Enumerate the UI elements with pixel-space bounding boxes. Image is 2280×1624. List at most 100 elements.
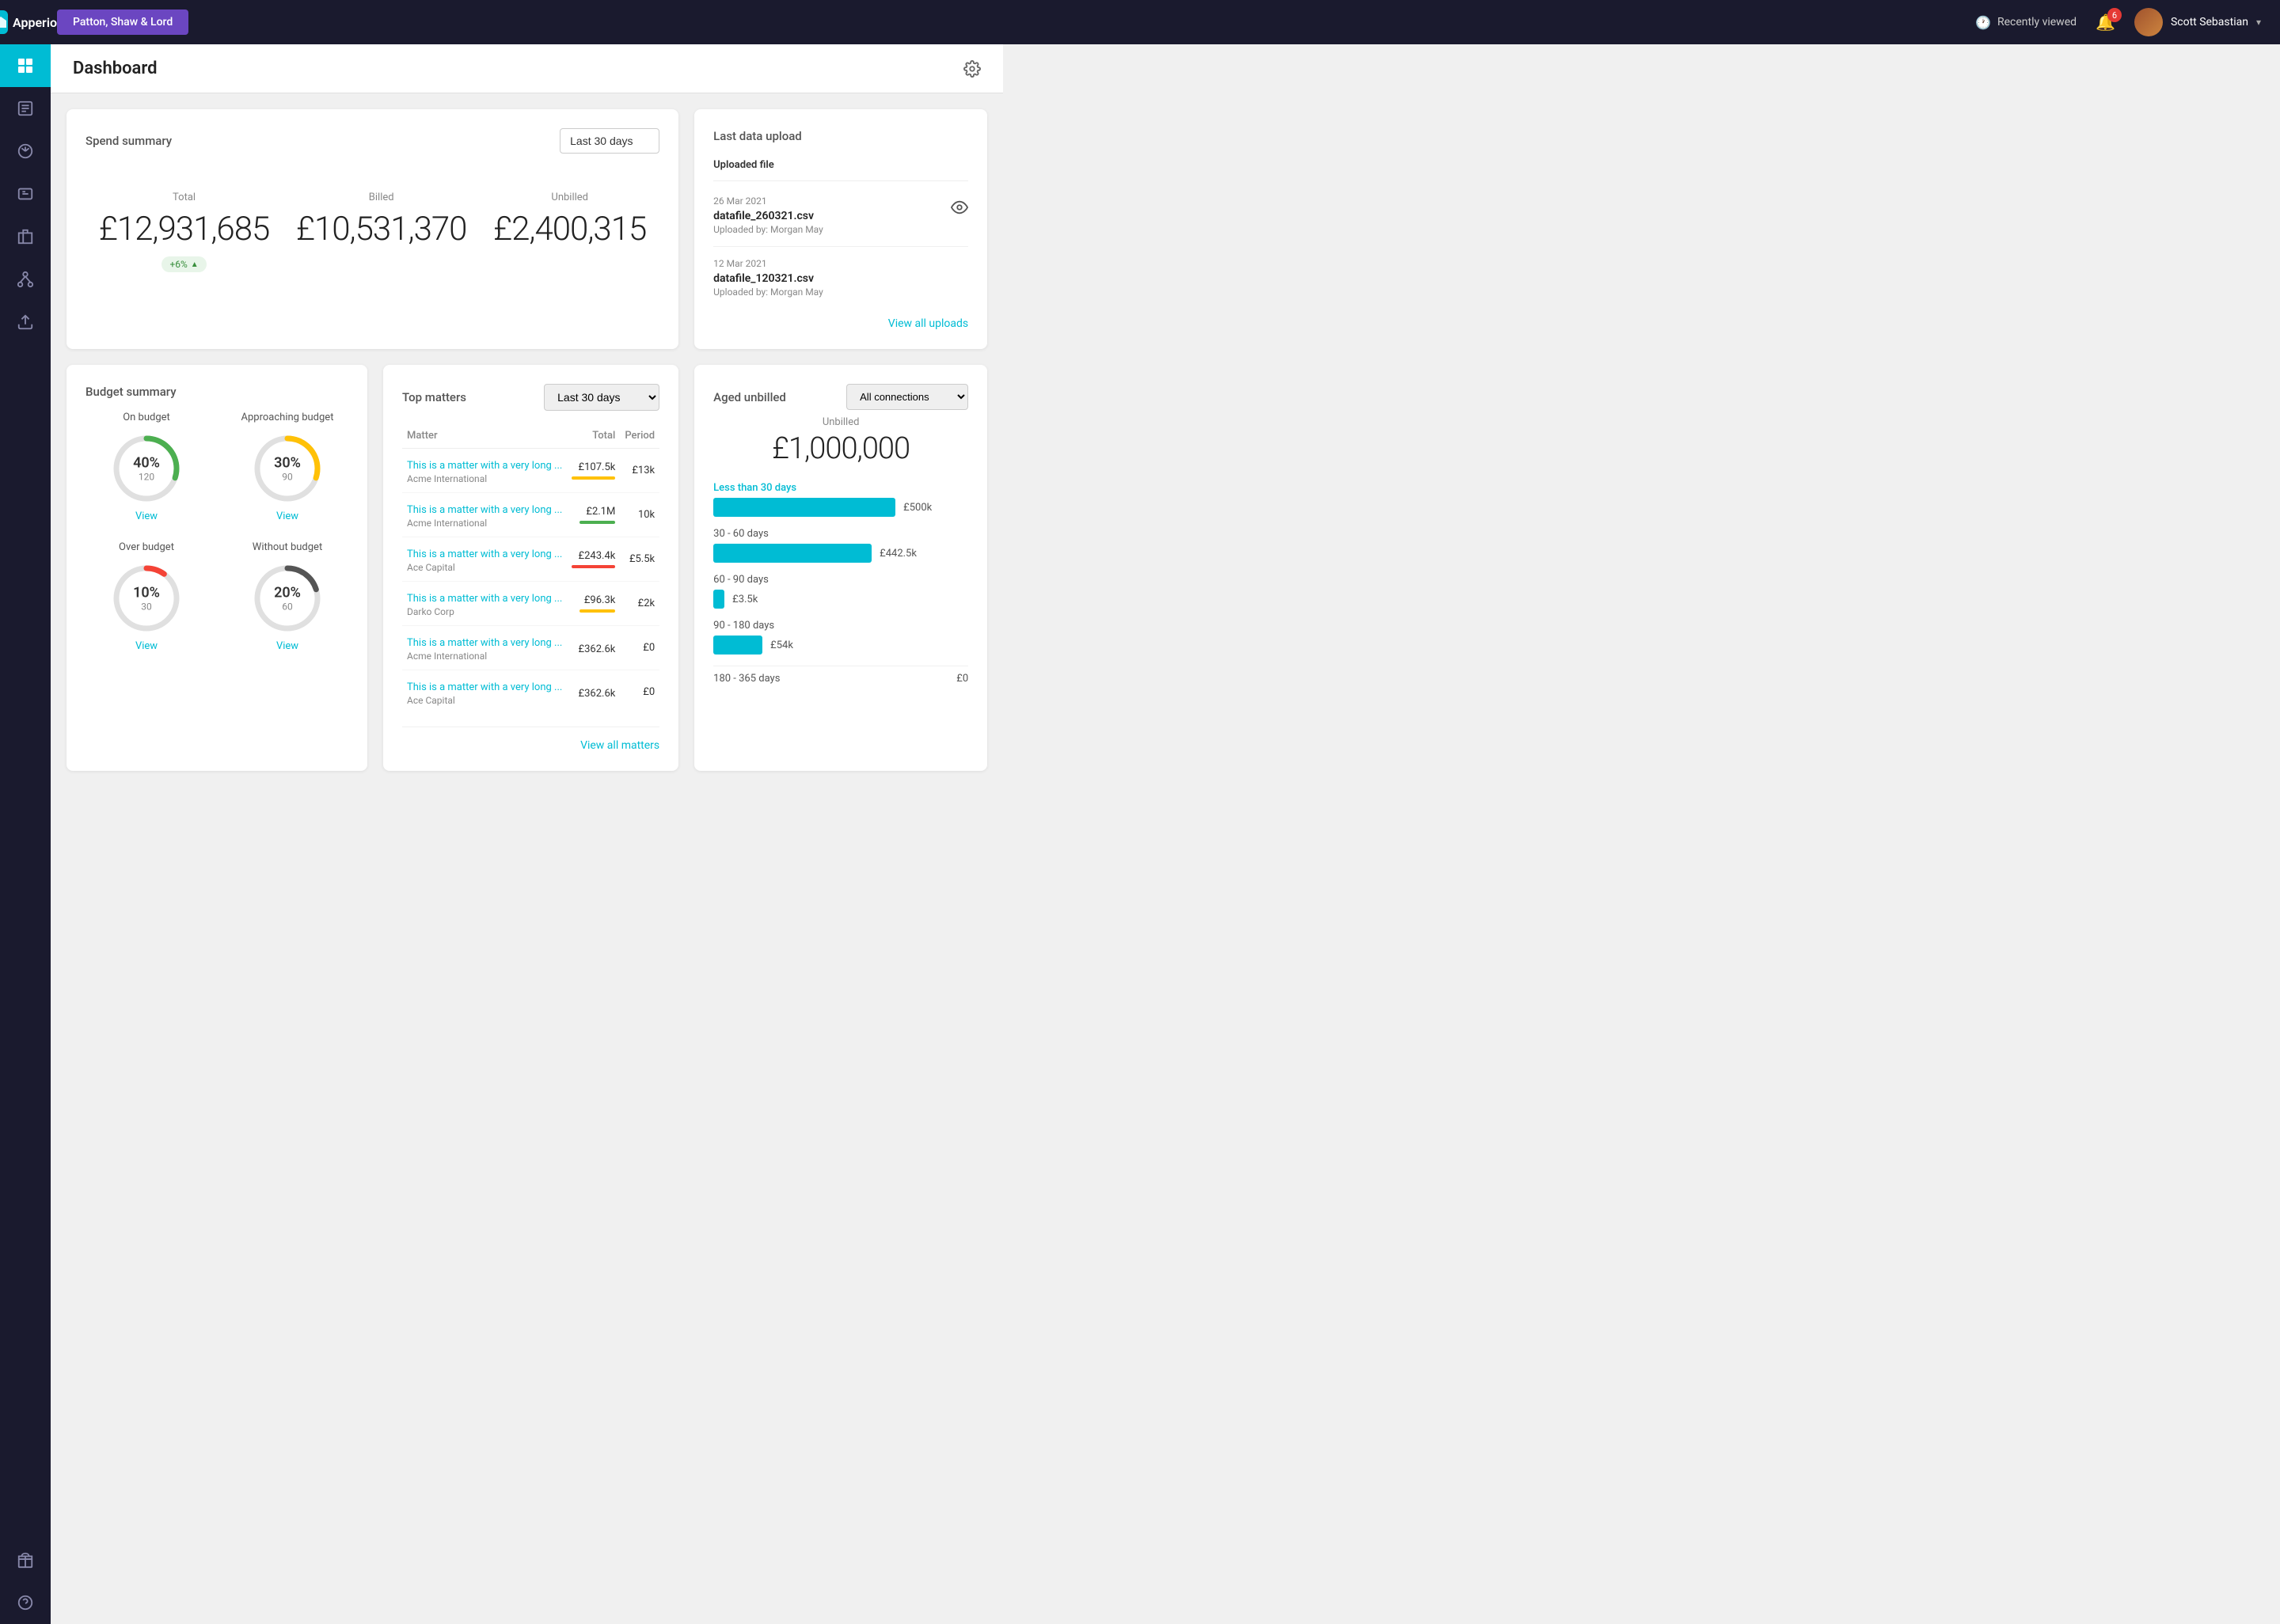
app-name: Apperio: [13, 15, 57, 30]
on-budget-count: 120: [133, 472, 160, 483]
budget-approaching-view[interactable]: View: [276, 510, 298, 522]
matter-client: Ace Capital: [407, 562, 562, 573]
matter-period: £2k: [620, 582, 659, 626]
aged-last-row: 180 - 365 days £0: [713, 666, 968, 685]
matter-link[interactable]: This is a matter with a very long ...: [407, 504, 562, 516]
matter-link[interactable]: This is a matter with a very long ...: [407, 681, 562, 693]
approaching-budget-percent: 30%: [274, 455, 301, 472]
upload-by: Uploaded by: Morgan May: [713, 286, 968, 298]
aged-unbilled-label: Unbilled: [713, 416, 968, 428]
col-total: Total: [567, 423, 620, 449]
table-row: This is a matter with a very long ... Da…: [402, 582, 659, 626]
clock-icon: 🕐: [1975, 15, 1991, 30]
budget-item-over: Over budget 10% 30 View: [86, 541, 207, 652]
page-title: Dashboard: [73, 59, 157, 78]
aged-unbilled-dropdown[interactable]: All connections: [846, 384, 968, 410]
table-row: This is a matter with a very long ... Ac…: [402, 449, 659, 493]
unbilled-label: Unbilled: [493, 192, 646, 203]
chart-icon: [17, 142, 34, 160]
settings-icon[interactable]: [963, 60, 981, 78]
grid-icon: [16, 56, 35, 75]
matter-total: £107.5k: [579, 461, 616, 473]
user-menu[interactable]: Scott Sebastian ▾: [2134, 8, 2261, 36]
topbar-logo: Apperio: [0, 0, 51, 44]
matter-link[interactable]: This is a matter with a very long ...: [407, 548, 562, 560]
eye-icon[interactable]: [951, 199, 968, 216]
upload-filename: datafile_120321.csv: [713, 272, 968, 285]
matter-period: £0: [620, 626, 659, 670]
upload-item: 26 Mar 2021 datafile_260321.csv Uploaded…: [713, 184, 968, 247]
matter-link[interactable]: This is a matter with a very long ...: [407, 593, 562, 605]
total-metric: Total £12,931,685 +6% ▲: [99, 192, 270, 272]
matter-total: £362.6k: [579, 688, 616, 700]
aged-bar-row: 90 - 180 days £54k: [713, 620, 968, 655]
sidebar-item-help[interactable]: [0, 1581, 51, 1624]
uploaded-file-label: Uploaded file: [713, 159, 774, 171]
aged-bar-row: 60 - 90 days £3.5k: [713, 574, 968, 609]
aged-unbilled-title: Aged unbilled: [713, 390, 786, 404]
spend-summary-title: Spend summary: [86, 134, 172, 148]
spend-summary-dropdown[interactable]: Last 30 days Last 60 days Last 90 days: [560, 128, 659, 154]
budget-on-view[interactable]: View: [135, 510, 158, 522]
matter-link[interactable]: This is a matter with a very long ...: [407, 460, 562, 472]
sidebar-item-gifts[interactable]: [0, 1539, 51, 1581]
budget-over-view[interactable]: View: [135, 640, 158, 652]
aged-unbilled-value: £1,000,000: [713, 431, 968, 466]
approaching-budget-count: 90: [274, 472, 301, 483]
table-row: This is a matter with a very long ... Ac…: [402, 493, 659, 537]
budget-without-view[interactable]: View: [276, 640, 298, 652]
budget-item-without: Without budget 20% 60 View: [226, 541, 348, 652]
budget-summary-title: Budget summary: [86, 385, 177, 399]
matter-period: £13k: [620, 449, 659, 493]
sidebar-item-analytics[interactable]: [0, 130, 51, 173]
matter-client: Acme International: [407, 473, 562, 484]
over-budget-percent: 10%: [133, 585, 160, 601]
matter-link[interactable]: This is a matter with a very long ...: [407, 637, 562, 649]
upload-icon: [17, 313, 34, 331]
aged-unbilled-card: Aged unbilled All connections Unbilled £…: [694, 365, 987, 771]
matter-period: 10k: [620, 493, 659, 537]
sidebar-item-upload[interactable]: [0, 301, 51, 343]
logo-icon: [0, 10, 8, 34]
view-all-matters[interactable]: View all matters: [402, 727, 659, 752]
aged-bar-row: 30 - 60 days £442.5k: [713, 528, 968, 563]
table-row: This is a matter with a very long ... Ac…: [402, 670, 659, 715]
matter-client: Ace Capital: [407, 695, 562, 706]
unbilled-value: £2,400,315: [493, 210, 646, 249]
matter-period: £5.5k: [620, 537, 659, 582]
sidebar-item-matters[interactable]: [0, 215, 51, 258]
matter-total: £2.1M: [586, 506, 615, 518]
top-matters-dropdown[interactable]: Last 30 days Last 60 days: [544, 384, 659, 411]
top-matters-title: Top matters: [402, 390, 466, 404]
budget-without-label: Without budget: [253, 541, 322, 553]
matter-client: Acme International: [407, 518, 562, 529]
aged-bar-row: Less than 30 days £500k: [713, 482, 968, 517]
sidebar-item-billing[interactable]: [0, 173, 51, 215]
col-matter: Matter: [402, 423, 567, 449]
matter-total: £96.3k: [584, 594, 616, 606]
sidebar-item-dashboard[interactable]: [0, 44, 51, 87]
upload-filename: datafile_260321.csv: [713, 210, 823, 222]
upload-date: 26 Mar 2021: [713, 195, 823, 207]
budget-on-label: On budget: [123, 412, 170, 423]
firm-button[interactable]: Patton, Shaw & Lord: [57, 9, 188, 35]
budget-summary-card: Budget summary On budget 40%: [66, 365, 367, 771]
upload-card-title: Last data upload: [713, 129, 802, 143]
matter-total: £243.4k: [579, 550, 616, 562]
list-icon: [17, 100, 34, 117]
budget-approaching-label: Approaching budget: [241, 412, 334, 423]
user-name: Scott Sebastian: [2171, 16, 2248, 28]
without-budget-percent: 20%: [274, 585, 301, 601]
recently-viewed[interactable]: 🕐 Recently viewed: [1975, 15, 2077, 30]
notifications[interactable]: 🔔 6: [2096, 13, 2115, 32]
sidebar-item-network[interactable]: [0, 258, 51, 301]
view-all-uploads[interactable]: View all uploads: [713, 315, 968, 330]
sidebar-item-reports[interactable]: [0, 87, 51, 130]
budget-item-approaching: Approaching budget 30% 90 View: [226, 412, 348, 522]
building-icon: [17, 228, 34, 245]
upload-item: 12 Mar 2021 datafile_120321.csv Uploaded…: [713, 247, 968, 309]
spend-badge: +6% ▲: [162, 256, 206, 272]
help-icon: [17, 1594, 34, 1611]
dollar-icon: [17, 185, 34, 203]
table-row: This is a matter with a very long ... Ac…: [402, 537, 659, 582]
